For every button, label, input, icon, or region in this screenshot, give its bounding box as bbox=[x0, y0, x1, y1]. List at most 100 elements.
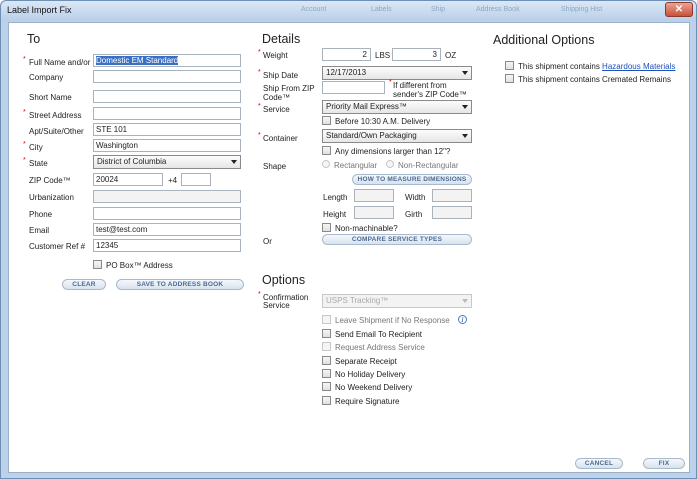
company-label: Company bbox=[29, 73, 64, 82]
hazardous-materials-link[interactable]: Hazardous Materials bbox=[602, 62, 675, 71]
zip-code-value: 20024 bbox=[96, 175, 119, 184]
height-field[interactable] bbox=[354, 206, 394, 219]
length-field[interactable] bbox=[354, 189, 394, 202]
title-bar[interactable]: Label Import Fix Account Labels Ship Add… bbox=[1, 1, 696, 21]
state-label: State bbox=[29, 159, 48, 168]
zip-code-label: ZIP Code™ bbox=[29, 176, 71, 185]
chevron-down-icon bbox=[462, 134, 468, 138]
customer-ref-field[interactable]: 12345 bbox=[93, 239, 241, 252]
window-title: Label Import Fix bbox=[7, 5, 72, 15]
apt-suite-label: Apt/Suite/Other bbox=[29, 127, 84, 136]
send-email-checkbox[interactable] bbox=[322, 329, 331, 338]
street-address-label: Street Address bbox=[29, 111, 82, 120]
state-value: District of Columbia bbox=[97, 157, 167, 166]
lbs-label: LBS bbox=[375, 51, 391, 60]
hazardous-materials-checkbox[interactable] bbox=[505, 61, 514, 70]
close-button[interactable]: ✕ bbox=[665, 2, 693, 17]
require-signature-checkbox[interactable] bbox=[322, 396, 331, 405]
apt-suite-value: STE 101 bbox=[96, 125, 128, 134]
non-rectangular-radio[interactable] bbox=[386, 160, 394, 168]
if-different-label: If different from bbox=[393, 81, 447, 90]
non-rectangular-label: Non-Rectangular bbox=[398, 161, 459, 170]
send-email-label: Send Email To Recipient bbox=[335, 330, 423, 339]
service-value: Priority Mail Express™ bbox=[326, 102, 407, 111]
container-select[interactable]: Standard/Own Packaging bbox=[322, 129, 472, 143]
zip-code-field[interactable]: 20024 bbox=[93, 173, 163, 186]
email-label: Email bbox=[29, 226, 50, 235]
ship-from-zip-label-2: Code™ bbox=[263, 93, 291, 102]
short-name-field[interactable] bbox=[93, 90, 241, 103]
background-toolbar-item: Ship bbox=[431, 6, 446, 13]
separate-receipt-label: Separate Receipt bbox=[335, 357, 397, 366]
compare-service-types-button[interactable]: COMPARE SERVICE TYPES bbox=[322, 234, 472, 245]
clear-button[interactable]: CLEAR bbox=[62, 279, 106, 290]
required-marker: * bbox=[258, 49, 261, 56]
leave-shipment-checkbox[interactable] bbox=[322, 315, 331, 324]
full-name-field[interactable]: Domestic EM Standard bbox=[93, 54, 241, 67]
girth-label: Girth bbox=[405, 210, 423, 219]
before-1030-label: Before 10:30 A.M. Delivery bbox=[335, 117, 431, 126]
dialog-body: To * Full Name and/or Domestic EM Standa… bbox=[8, 22, 690, 473]
width-field[interactable] bbox=[432, 189, 472, 202]
ship-from-zip-field[interactable] bbox=[322, 81, 385, 94]
full-name-value: Domestic EM Standard bbox=[96, 56, 179, 65]
weight-oz-field[interactable]: 3 bbox=[392, 48, 441, 61]
ship-date-select[interactable]: 12/17/2013 bbox=[322, 66, 472, 80]
before-1030-checkbox[interactable] bbox=[322, 116, 331, 125]
no-weekend-checkbox[interactable] bbox=[322, 382, 331, 391]
zip4-field[interactable] bbox=[181, 173, 211, 186]
separate-receipt-checkbox[interactable] bbox=[322, 356, 331, 365]
city-label: City bbox=[29, 143, 43, 152]
service-select[interactable]: Priority Mail Express™ bbox=[322, 100, 472, 114]
non-machinable-label: Non-machinable? bbox=[335, 224, 398, 233]
po-box-label: PO Box™ Address bbox=[106, 261, 173, 270]
girth-field[interactable] bbox=[432, 206, 472, 219]
apt-suite-field[interactable]: STE 101 bbox=[93, 123, 241, 136]
leave-shipment-label: Leave Shipment if No Response bbox=[335, 316, 450, 325]
city-value: Washington bbox=[96, 141, 138, 150]
any-dimensions-label: Any dimensions larger than 12"? bbox=[335, 147, 451, 156]
hazardous-materials-label: This shipment contains Hazardous Materia… bbox=[518, 62, 675, 71]
rectangular-radio[interactable] bbox=[322, 160, 330, 168]
info-icon[interactable]: i bbox=[458, 315, 467, 324]
required-marker: * bbox=[258, 103, 261, 110]
po-box-checkbox[interactable] bbox=[93, 260, 102, 269]
cremated-remains-checkbox[interactable] bbox=[505, 74, 514, 83]
email-value: test@test.com bbox=[96, 225, 148, 234]
hazardous-prefix: This shipment contains bbox=[518, 62, 603, 71]
cancel-button[interactable]: CANCEL bbox=[575, 458, 623, 469]
confirmation-service-label-2: Service bbox=[263, 301, 290, 310]
request-address-checkbox[interactable] bbox=[322, 342, 331, 351]
container-label: Container bbox=[263, 134, 298, 143]
required-marker: * bbox=[258, 291, 261, 298]
short-name-label: Short Name bbox=[29, 93, 72, 102]
confirmation-service-select[interactable]: USPS Tracking™ bbox=[322, 294, 472, 308]
details-heading: Details bbox=[262, 32, 301, 46]
dialog-window: Label Import Fix Account Labels Ship Add… bbox=[0, 0, 697, 479]
ship-date-value: 12/17/2013 bbox=[326, 68, 367, 77]
company-field[interactable] bbox=[93, 70, 241, 83]
street-address-field[interactable] bbox=[93, 107, 241, 120]
customer-ref-label: Customer Ref # bbox=[29, 242, 86, 251]
no-holiday-label: No Holiday Delivery bbox=[335, 370, 406, 379]
weight-lbs-field[interactable]: 2 bbox=[322, 48, 371, 61]
rectangular-label: Rectangular bbox=[334, 161, 378, 170]
urbanization-field[interactable] bbox=[93, 190, 241, 203]
if-different-label-2: sender's ZIP Code™ bbox=[393, 90, 467, 99]
fix-button[interactable]: FIX bbox=[643, 458, 685, 469]
city-field[interactable]: Washington bbox=[93, 139, 241, 152]
phone-field[interactable] bbox=[93, 207, 241, 220]
weight-oz-value: 3 bbox=[432, 50, 437, 59]
full-name-label: Full Name and/or bbox=[29, 58, 91, 67]
how-to-measure-button[interactable]: HOW TO MEASURE DIMENSIONS bbox=[352, 174, 472, 185]
chevron-down-icon bbox=[462, 299, 468, 303]
email-field[interactable]: test@test.com bbox=[93, 223, 241, 236]
height-label: Height bbox=[323, 210, 347, 219]
save-to-address-book-button[interactable]: SAVE TO ADDRESS BOOK bbox=[116, 279, 244, 290]
any-dimensions-checkbox[interactable] bbox=[322, 146, 331, 155]
require-signature-label: Require Signature bbox=[335, 397, 400, 406]
non-machinable-checkbox[interactable] bbox=[322, 223, 331, 232]
required-marker: * bbox=[389, 79, 392, 86]
state-select[interactable]: District of Columbia bbox=[93, 155, 241, 169]
no-holiday-checkbox[interactable] bbox=[322, 369, 331, 378]
